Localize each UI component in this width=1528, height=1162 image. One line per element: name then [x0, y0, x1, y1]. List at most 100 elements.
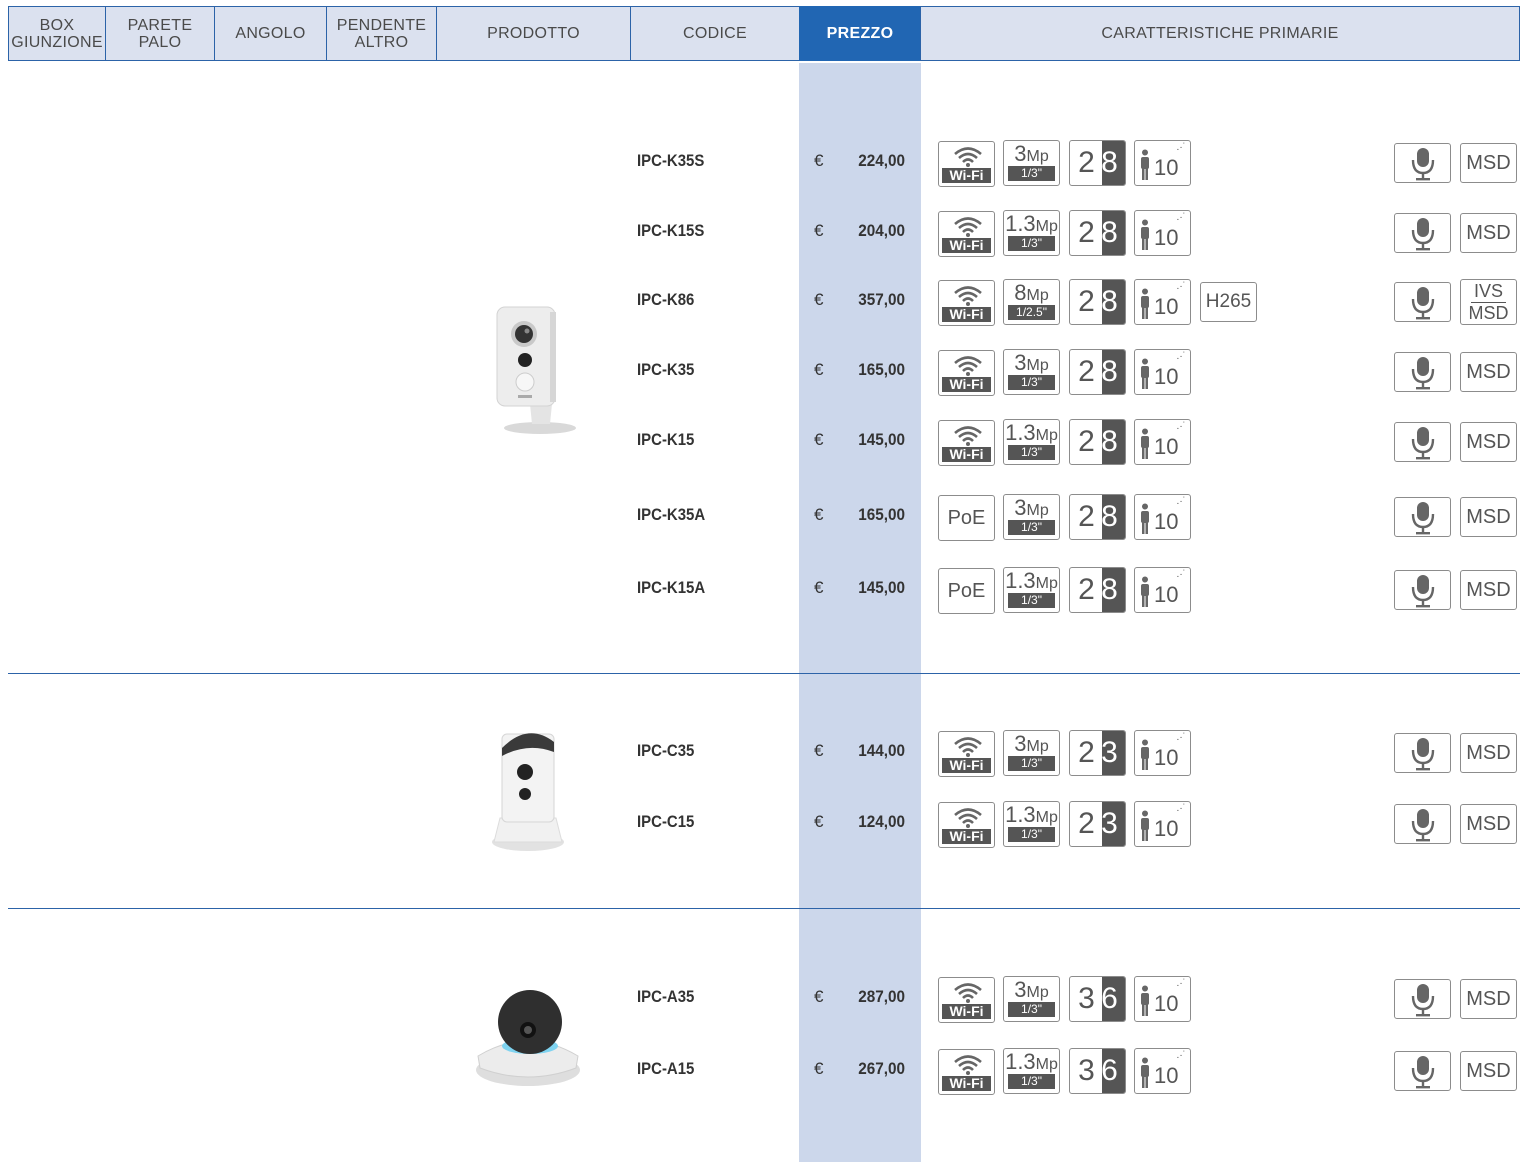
lens-value-int: 3	[1078, 1054, 1095, 1087]
wifi-icon: Wi-Fi	[938, 977, 995, 1023]
wifi-icon: Wi-Fi	[938, 802, 995, 848]
megapixel-value: 1.3	[1005, 1049, 1036, 1074]
lens-value-int: 2	[1078, 355, 1095, 388]
resolution-value: 3Mp	[1004, 978, 1059, 1005]
product-code: IPC-K86	[637, 290, 695, 309]
wifi-label: Wi-Fi	[942, 758, 991, 773]
lens-badge: 2.8	[1069, 349, 1126, 395]
microphone-icon	[1394, 497, 1451, 537]
megapixel-unit: Mp	[1026, 738, 1049, 755]
megapixel-unit: Mp	[1026, 148, 1049, 165]
table-header: BOX GIUNZIONE PARETE PALO ANGOLO PENDENT…	[8, 6, 1520, 63]
resolution-value: 3Mp	[1004, 732, 1059, 759]
currency-symbol: €	[814, 360, 824, 379]
lens-value-int: 2	[1078, 425, 1095, 458]
price-value: 165,00	[858, 360, 905, 379]
currency-symbol: €	[814, 290, 824, 309]
person-icon	[1141, 1057, 1149, 1088]
lens-value-dec: .8	[1093, 285, 1118, 318]
person-icon	[1141, 219, 1149, 250]
ir-dots-icon: .·˙	[1176, 1050, 1186, 1061]
product-code: IPC-K15S	[637, 221, 705, 240]
header-box-giunzione: BOX GIUNZIONE	[8, 6, 106, 61]
megapixel-unit: Mp	[1026, 287, 1049, 304]
sensor-size: 1/3"	[1008, 1074, 1055, 1089]
wifi-icon: Wi-Fi	[938, 731, 995, 777]
price-value: 267,00	[858, 1059, 905, 1078]
price-value: 224,00	[858, 151, 905, 170]
sensor-size: 1/3"	[1008, 445, 1055, 460]
currency-symbol: €	[814, 221, 824, 240]
lens-value: 2.3	[1070, 731, 1125, 775]
ir-distance-badge: 10 .·˙	[1134, 210, 1191, 256]
lens-badge: 2.3	[1069, 730, 1126, 776]
price-value: 144,00	[858, 741, 905, 760]
microphone-icon	[1394, 979, 1451, 1019]
lens-value: 2.8	[1070, 495, 1125, 539]
ir-dots-icon: .·˙	[1176, 978, 1186, 989]
sensor-size: 1/2.5"	[1008, 305, 1055, 320]
lens-badge: 2.8	[1069, 567, 1126, 613]
lens-value-dec: .8	[1093, 573, 1118, 606]
lens-value-int: 2	[1078, 285, 1095, 318]
megapixel-value: 1.3	[1005, 568, 1036, 593]
ir-distance-badge: 10 .·˙	[1134, 801, 1191, 847]
lens-value: 2.8	[1070, 420, 1125, 464]
megapixel-unit: Mp	[1026, 357, 1049, 374]
wifi-label: Wi-Fi	[942, 307, 991, 322]
person-icon	[1141, 810, 1149, 841]
ir-distance-badge: 10 .·˙	[1134, 1048, 1191, 1094]
microphone-icon	[1394, 213, 1451, 253]
msd-badge: MSD	[1460, 570, 1517, 610]
resolution-value: 1.3Mp	[1004, 212, 1059, 239]
resolution-badge: 3Mp 1/3"	[1003, 730, 1060, 776]
price-value: 145,00	[858, 430, 905, 449]
microphone-icon	[1394, 422, 1451, 462]
ir-distance-badge: 10 .·˙	[1134, 567, 1191, 613]
lens-value-dec: .6	[1093, 1054, 1118, 1087]
resolution-badge: 1.3Mp 1/3"	[1003, 210, 1060, 256]
currency-symbol: €	[814, 505, 824, 524]
lens-value-int: 2	[1078, 500, 1095, 533]
megapixel-unit: Mp	[1035, 218, 1058, 235]
ir-distance-badge: 10 .·˙	[1134, 976, 1191, 1022]
wifi-label: Wi-Fi	[942, 829, 991, 844]
lens-value: 3.6	[1070, 1049, 1125, 1093]
ir-distance: 10	[1154, 816, 1179, 841]
sensor-size: 1/3"	[1008, 593, 1055, 608]
resolution-badge: 3Mp 1/3"	[1003, 140, 1060, 186]
lens-badge: 2.8	[1069, 140, 1126, 186]
ir-distance: 10	[1154, 745, 1179, 770]
wifi-icon: Wi-Fi	[938, 141, 995, 187]
lens-value: 2.3	[1070, 802, 1125, 846]
resolution-badge: 3Mp 1/3"	[1003, 976, 1060, 1022]
ir-distance: 10	[1154, 991, 1179, 1016]
wifi-label: Wi-Fi	[942, 447, 991, 462]
pan-tilt-camera-a-series-image	[476, 990, 580, 1086]
currency-symbol: €	[814, 1059, 824, 1078]
product-code: IPC-K35	[637, 360, 695, 379]
megapixel-unit: Mp	[1026, 984, 1049, 1001]
sensor-size: 1/3"	[1008, 166, 1055, 181]
ivs-label: IVS	[1473, 281, 1503, 301]
product-code: IPC-K15A	[637, 578, 706, 597]
resolution-badge: 8Mp 1/2.5"	[1003, 279, 1060, 325]
megapixel-value: 3	[1014, 350, 1027, 375]
megapixel-value: 8	[1014, 280, 1027, 305]
lens-value-int: 2	[1078, 216, 1095, 249]
price-value: 357,00	[858, 290, 905, 309]
lens-badge: 2.8	[1069, 419, 1126, 465]
group-divider	[8, 673, 1520, 674]
price-value: 145,00	[858, 578, 905, 597]
sensor-size: 1/3"	[1008, 520, 1055, 535]
person-icon	[1141, 576, 1149, 607]
ir-dots-icon: .·˙	[1176, 803, 1186, 814]
ir-dots-icon: .·˙	[1176, 421, 1186, 432]
ir-dots-icon: .·˙	[1176, 732, 1186, 743]
wifi-icon: Wi-Fi	[938, 350, 995, 396]
ir-distance: 10	[1154, 155, 1179, 180]
lens-value-dec: .8	[1093, 355, 1118, 388]
ir-dots-icon: .·˙	[1176, 351, 1186, 362]
price-value: 124,00	[858, 812, 905, 831]
ir-distance-badge: 10 .·˙	[1134, 349, 1191, 395]
